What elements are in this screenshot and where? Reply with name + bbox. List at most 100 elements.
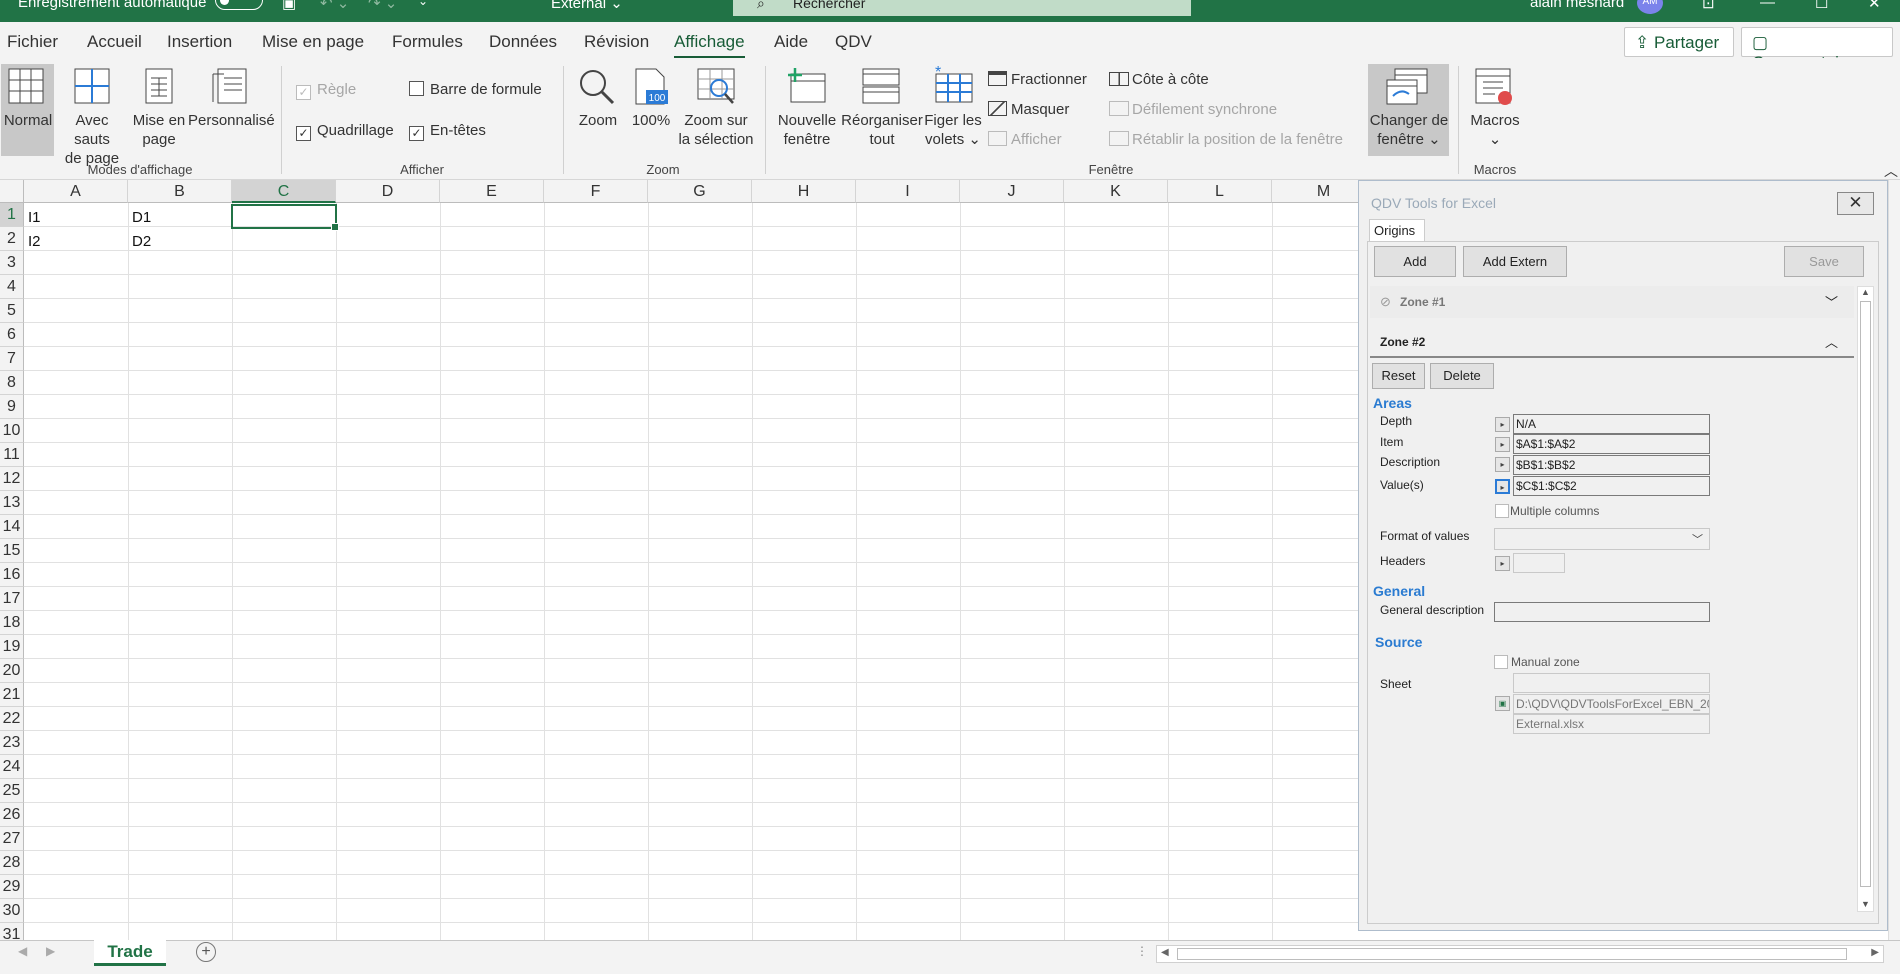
manual-zone-checkbox[interactable] bbox=[1494, 655, 1508, 669]
format-select[interactable]: ﹀ bbox=[1494, 528, 1710, 550]
column-header[interactable]: E bbox=[440, 180, 544, 203]
ribbon-display-icon[interactable]: ⊡ bbox=[1702, 0, 1715, 12]
row-header[interactable]: 23 bbox=[0, 731, 24, 755]
menu-qdv[interactable]: QDV bbox=[835, 32, 872, 52]
row-header[interactable]: 7 bbox=[0, 347, 24, 371]
row-header[interactable]: 26 bbox=[0, 803, 24, 827]
zoom-selection-button[interactable]: Zoom sur la sélection bbox=[676, 111, 756, 149]
row-header[interactable]: 8 bbox=[0, 371, 24, 395]
formula-bar-checkbox[interactable]: Barre de formule bbox=[409, 80, 542, 99]
menu-aide[interactable]: Aide bbox=[774, 32, 808, 52]
add-sheet-icon[interactable]: + bbox=[196, 942, 216, 962]
hide-button[interactable]: Masquer bbox=[988, 100, 1069, 119]
scroll-left-icon[interactable]: ◀ bbox=[1161, 947, 1169, 958]
row-header[interactable]: 11 bbox=[0, 443, 24, 467]
menu-formules[interactable]: Formules bbox=[392, 32, 463, 52]
zone-1-header[interactable]: ⊘ Zone #1 ﹀ bbox=[1370, 286, 1854, 318]
ruler-checkbox[interactable]: ✓ Règle bbox=[296, 80, 356, 100]
column-header[interactable]: I bbox=[856, 180, 960, 203]
row-header[interactable]: 31 bbox=[0, 923, 24, 940]
menu-insertion[interactable]: Insertion bbox=[167, 32, 232, 52]
row-header[interactable]: 5 bbox=[0, 299, 24, 323]
headers-picker-icon[interactable]: ▸ bbox=[1495, 556, 1510, 571]
menu-fichier[interactable]: Fichier bbox=[7, 32, 58, 52]
row-header[interactable]: 24 bbox=[0, 755, 24, 779]
cell-a1[interactable]: I1 bbox=[28, 209, 41, 226]
headers-field[interactable] bbox=[1513, 553, 1565, 573]
select-all-corner[interactable] bbox=[0, 180, 24, 203]
menu-affichage[interactable]: Affichage bbox=[674, 32, 745, 59]
search-box[interactable]: ⌕ Rechercher bbox=[733, 0, 1191, 16]
freeze-panes-button[interactable]: Figer les volets ⌄ bbox=[921, 111, 985, 149]
row-header[interactable]: 6 bbox=[0, 323, 24, 347]
menu-revision[interactable]: Révision bbox=[584, 32, 649, 52]
menu-accueil[interactable]: Accueil bbox=[87, 32, 142, 52]
row-header[interactable]: 3 bbox=[0, 251, 24, 275]
next-sheet-icon[interactable]: ▶ bbox=[46, 944, 55, 958]
row-header[interactable]: 22 bbox=[0, 707, 24, 731]
panel-scrollbar[interactable]: ▲ ▼ bbox=[1857, 286, 1874, 912]
menu-mise-en-page[interactable]: Mise en page bbox=[262, 32, 364, 52]
normal-view-button[interactable]: Normal bbox=[2, 111, 54, 130]
qat-dropdown-icon[interactable]: ⌄ bbox=[418, 0, 428, 8]
zoom-100-button[interactable]: 100% bbox=[627, 111, 675, 130]
row-header[interactable]: 2 bbox=[0, 227, 24, 251]
gridlines-checkbox[interactable]: ✓ Quadrillage bbox=[296, 121, 394, 141]
column-header[interactable]: A bbox=[24, 180, 128, 203]
autosave-toggle[interactable] bbox=[215, 0, 263, 10]
column-header[interactable]: B bbox=[128, 180, 232, 203]
row-header[interactable]: 1 bbox=[0, 203, 24, 227]
row-header[interactable]: 25 bbox=[0, 779, 24, 803]
scrollbar-thumb[interactable] bbox=[1177, 948, 1847, 960]
row-header[interactable]: 18 bbox=[0, 611, 24, 635]
row-header[interactable]: 12 bbox=[0, 467, 24, 491]
collapse-ribbon-icon[interactable]: ︿ bbox=[1884, 162, 1898, 181]
arrange-all-button[interactable]: Réorganiser tout bbox=[840, 111, 924, 149]
column-header[interactable]: J bbox=[960, 180, 1064, 203]
item-field[interactable]: $A$1:$A$2 bbox=[1513, 434, 1710, 454]
column-header[interactable]: L bbox=[1168, 180, 1272, 203]
row-header[interactable]: 21 bbox=[0, 683, 24, 707]
row-header[interactable]: 28 bbox=[0, 851, 24, 875]
share-button[interactable]: ⇪ Partager bbox=[1624, 27, 1734, 57]
row-header[interactable]: 4 bbox=[0, 275, 24, 299]
redo-icon[interactable]: ↷ ⌄ bbox=[368, 0, 397, 12]
row-header[interactable]: 17 bbox=[0, 587, 24, 611]
tab-origins[interactable]: Origins bbox=[1369, 219, 1425, 241]
row-header[interactable]: 19 bbox=[0, 635, 24, 659]
split-button[interactable]: Fractionner bbox=[988, 70, 1087, 89]
filename[interactable]: External ⌄ bbox=[551, 0, 623, 12]
page-break-button[interactable]: Avec sauts de page bbox=[56, 111, 128, 168]
row-header[interactable]: 29 bbox=[0, 875, 24, 899]
row-header[interactable]: 14 bbox=[0, 515, 24, 539]
comments-button[interactable]: ▢ Commentaires bbox=[1741, 27, 1893, 72]
close-window-icon[interactable]: ✕ bbox=[1868, 0, 1881, 12]
delete-button[interactable]: Delete bbox=[1430, 363, 1494, 389]
general-description-field[interactable] bbox=[1494, 602, 1710, 622]
column-header[interactable]: K bbox=[1064, 180, 1168, 203]
column-header[interactable]: D bbox=[336, 180, 440, 203]
custom-view-button[interactable]: Personnalisé bbox=[188, 111, 275, 130]
chevron-up-icon[interactable]: ︿ bbox=[1825, 332, 1838, 351]
macros-button[interactable]: Macros ⌄ bbox=[1465, 111, 1525, 149]
menu-donnees[interactable]: Données bbox=[489, 32, 557, 52]
description-field[interactable]: $B$1:$B$2 bbox=[1513, 455, 1710, 475]
panel-close-button[interactable]: ✕ bbox=[1837, 192, 1874, 215]
active-cell-c1[interactable] bbox=[231, 204, 339, 231]
depth-field[interactable]: N/A bbox=[1513, 414, 1710, 434]
save-button[interactable]: Save bbox=[1784, 246, 1864, 277]
horizontal-scrollbar[interactable]: ◀ ▶ bbox=[1156, 945, 1884, 963]
search-input[interactable]: Rechercher bbox=[793, 0, 865, 11]
unhide-button[interactable]: Afficher bbox=[988, 130, 1062, 149]
page-layout-button[interactable]: Mise en page bbox=[129, 111, 189, 149]
zone-2-header[interactable]: Zone #2 ︿ bbox=[1370, 326, 1854, 358]
cell-a2[interactable]: I2 bbox=[28, 233, 41, 250]
column-header[interactable]: G bbox=[648, 180, 752, 203]
row-header[interactable]: 13 bbox=[0, 491, 24, 515]
row-header[interactable]: 20 bbox=[0, 659, 24, 683]
cell-b2[interactable]: D2 bbox=[132, 233, 151, 250]
values-field[interactable]: $C$1:$C$2 bbox=[1513, 476, 1710, 496]
row-header[interactable]: 9 bbox=[0, 395, 24, 419]
row-header[interactable]: 16 bbox=[0, 563, 24, 587]
vertical-scrollbar[interactable] bbox=[1888, 180, 1900, 940]
